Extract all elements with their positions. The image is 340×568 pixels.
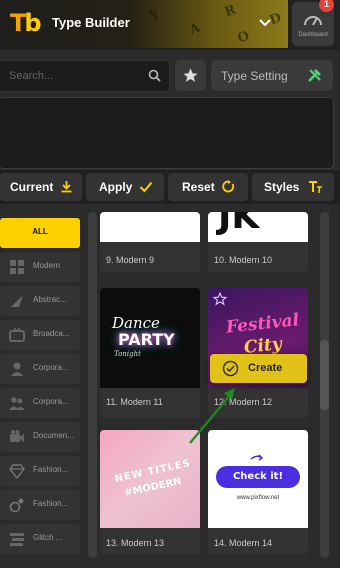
grid-icon <box>10 260 24 274</box>
sidebar-item-label: Corpora... <box>33 397 69 406</box>
sidebar-item-label: Abstrac... <box>33 295 67 304</box>
card-thumb-pill: Check it! <box>216 466 300 488</box>
grid-scrollbar-left[interactable] <box>88 212 97 558</box>
type-setting-label: Type Setting <box>221 69 288 83</box>
reset-button[interactable]: Reset <box>168 173 248 201</box>
glitch-icon <box>10 533 24 546</box>
check-icon <box>139 181 153 193</box>
sidebar-item-label: Broadca... <box>33 329 70 338</box>
current-button[interactable]: Current <box>0 173 82 201</box>
current-label: Current <box>10 180 54 194</box>
card-thumbnail <box>100 212 200 242</box>
scrollbar-thumb[interactable] <box>320 340 329 410</box>
card-title: 11. Modern 11 <box>106 397 163 407</box>
create-label: Create <box>248 362 283 374</box>
search-placeholder: Search... <box>9 70 54 82</box>
app-title: Type Builder <box>52 15 130 30</box>
chevron-down-icon[interactable] <box>256 14 274 32</box>
card-thumb-text-2: PARTY <box>118 330 175 349</box>
search-icon <box>148 69 161 82</box>
card-thumb-text: Check it! <box>232 471 284 482</box>
sidebar-item-label: Fashion... <box>33 465 69 474</box>
tools-icon <box>308 69 321 82</box>
sidebar-item-label: Documen... <box>33 431 74 440</box>
card-thumbnail: Dance PARTY Tonight <box>100 288 200 388</box>
download-icon <box>61 181 72 193</box>
banner-decoration: R <box>222 2 239 21</box>
sidebar-item-documentary[interactable]: Documen... <box>0 422 80 452</box>
card-thumb-text-2: www.pixflow.net <box>236 495 280 501</box>
sidebar-item-fashion[interactable]: Fashion... <box>0 456 80 486</box>
card-thumb-text: Festival <box>225 310 301 338</box>
sidebar-item-glitch[interactable]: Glitch ... <box>0 524 80 554</box>
speedometer-icon <box>304 16 322 26</box>
abstract-icon <box>11 295 23 307</box>
people-icon <box>9 397 25 410</box>
ring-icon <box>9 498 24 513</box>
card-title: 9. Modern 9 <box>106 255 155 265</box>
card-thumbnail: JK <box>208 212 308 242</box>
banner-decoration: Y <box>147 6 162 25</box>
search-input[interactable]: Search... <box>0 60 170 92</box>
card-title: 10. Modern 10 <box>214 255 273 265</box>
template-card-modern-10[interactable]: JK 10. Modern 10 <box>208 212 308 272</box>
header-banner: Y A R O D <box>0 0 288 48</box>
app-logo: Tb <box>10 9 42 37</box>
banner-decoration: O <box>235 28 252 47</box>
card-title: 13. Modern 13 <box>106 538 165 548</box>
sidebar-item-broadcast[interactable]: Broadca... <box>0 320 80 350</box>
sidebar-item-modern[interactable]: Modern <box>0 252 80 282</box>
text-style-icon <box>309 181 322 194</box>
reset-icon <box>222 180 234 193</box>
pointer-arrow-annotation <box>189 388 235 444</box>
sidebar-item-fashion-2[interactable]: Fashion... <box>0 490 80 520</box>
apply-button[interactable]: Apply <box>86 173 164 201</box>
sidebar-item-label: Fashion... <box>33 499 69 508</box>
sidebar-item-label: Corpora... <box>33 363 69 372</box>
sidebar-item-corporate[interactable]: Corpora... <box>0 354 80 384</box>
person-icon <box>11 362 23 376</box>
favorite-star-icon[interactable] <box>213 292 227 306</box>
diamond-icon <box>9 464 25 479</box>
sidebar-item-corporate-2[interactable]: Corpora... <box>0 388 80 418</box>
type-setting-button[interactable]: Type Setting <box>211 60 333 91</box>
camera-icon <box>10 430 24 442</box>
template-card-modern-9[interactable]: 9. Modern 9 <box>100 212 200 272</box>
card-thumb-text-3: Tonight <box>114 350 141 358</box>
card-thumb-text: JK <box>218 212 260 237</box>
favorites-button[interactable] <box>175 60 206 91</box>
star-icon <box>183 68 198 82</box>
arrow-icon <box>250 454 264 461</box>
sidebar-item-label: Modern <box>33 261 61 270</box>
category-sidebar: ALL Modern Abstrac... Broadca... Corpora… <box>0 212 86 568</box>
dashboard-label: Dashboard <box>298 32 328 38</box>
apply-label: Apply <box>99 180 133 194</box>
styles-label: Styles <box>264 180 300 194</box>
sidebar-item-abstract[interactable]: Abstrac... <box>0 286 80 316</box>
card-title: 14. Modern 14 <box>214 538 273 548</box>
text-input-area[interactable] <box>0 97 334 169</box>
sidebar-item-all[interactable]: ALL <box>0 218 80 248</box>
tv-icon <box>9 327 25 342</box>
banner-decoration: A <box>187 20 203 39</box>
styles-button[interactable]: Styles <box>252 173 334 201</box>
sidebar-item-label: Glitch ... <box>33 533 63 542</box>
reset-label: Reset <box>182 180 215 194</box>
sidebar-item-label: ALL <box>32 227 48 236</box>
